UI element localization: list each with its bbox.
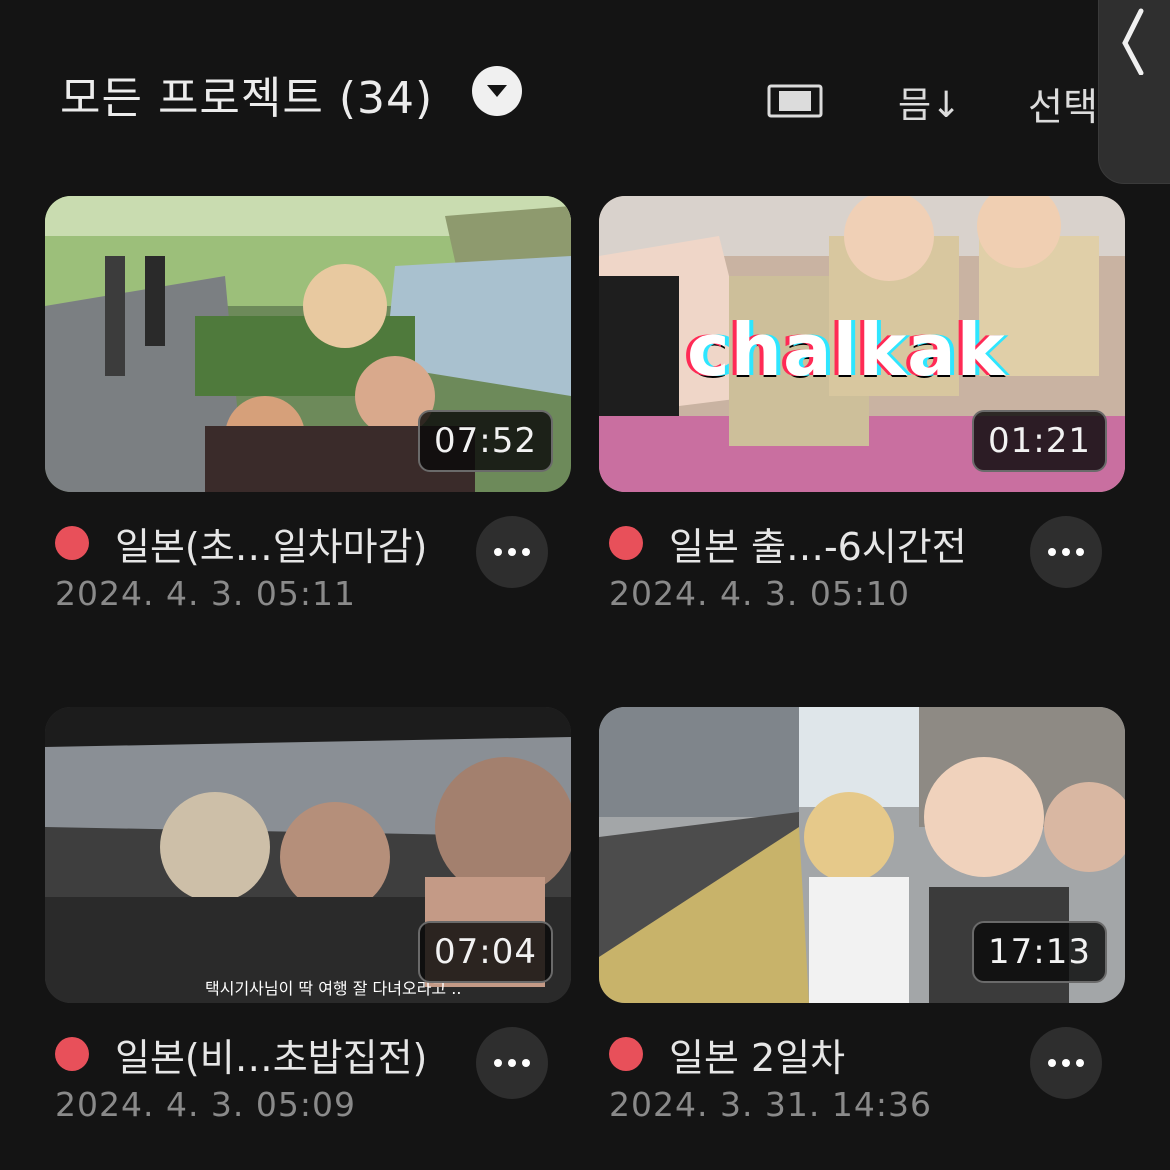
duration-badge: 01:21 <box>972 410 1107 472</box>
project-thumbnail[interactable]: 07:52 <box>45 196 571 492</box>
project-card[interactable]: 17:13 일본 2일차 2024. 3. 31. 14:36 <box>599 707 1125 1127</box>
project-title: 일본 출…-6시간전 <box>669 525 967 569</box>
duration-badge: 07:04 <box>418 921 553 983</box>
project-title: 일본(비…초밥집전) <box>115 1036 428 1080</box>
select-button[interactable]: 선택 <box>1028 76 1098 131</box>
project-card[interactable]: 택시기사님이 딱 여행 잘 다녀오라고 .. 07:04 일본(비…초밥집전) … <box>45 707 571 1127</box>
project-date: 2024. 4. 3. 05:09 <box>55 1085 357 1124</box>
project-card[interactable]: chalkak 01:21 일본 출…-6시간전 2024. 4. 3. 05:… <box>599 196 1125 616</box>
side-panel-handle[interactable] <box>1098 0 1170 184</box>
more-icon <box>1048 1059 1084 1067</box>
status-dot <box>55 526 89 560</box>
thumbnail-overlay-text: chalkak <box>687 308 1006 392</box>
more-options-button[interactable] <box>476 1027 548 1099</box>
project-card[interactable]: 07:52 일본(초…일차마감) 2024. 4. 3. 05:11 <box>45 196 571 616</box>
project-title: 일본 2일차 <box>669 1036 846 1080</box>
chevron-down-icon <box>487 85 507 97</box>
duration-badge: 07:52 <box>418 410 553 472</box>
project-thumbnail[interactable]: 17:13 <box>599 707 1125 1003</box>
project-thumbnail[interactable]: chalkak 01:21 <box>599 196 1125 492</box>
more-options-button[interactable] <box>1030 1027 1102 1099</box>
project-title: 일본(초…일차마감) <box>115 525 428 569</box>
status-dot <box>609 1037 643 1071</box>
sort-icon[interactable]: 믐↓ <box>898 76 961 128</box>
project-date: 2024. 4. 3. 05:11 <box>55 574 357 613</box>
aspect-ratio-icon[interactable] <box>767 84 823 118</box>
duration-badge: 17:13 <box>972 921 1107 983</box>
more-icon <box>494 1059 530 1067</box>
more-icon <box>494 548 530 556</box>
project-date: 2024. 4. 3. 05:10 <box>609 574 911 613</box>
filter-dropdown-button[interactable] <box>472 66 522 116</box>
more-options-button[interactable] <box>476 516 548 588</box>
status-dot <box>609 526 643 560</box>
more-options-button[interactable] <box>1030 516 1102 588</box>
chevron-left-icon <box>1122 8 1144 75</box>
more-icon <box>1048 548 1084 556</box>
project-thumbnail[interactable]: 택시기사님이 딱 여행 잘 다녀오라고 .. 07:04 <box>45 707 571 1003</box>
page-title: 모든 프로젝트 (34) <box>60 73 434 124</box>
status-dot <box>55 1037 89 1071</box>
project-date: 2024. 3. 31. 14:36 <box>609 1085 933 1124</box>
